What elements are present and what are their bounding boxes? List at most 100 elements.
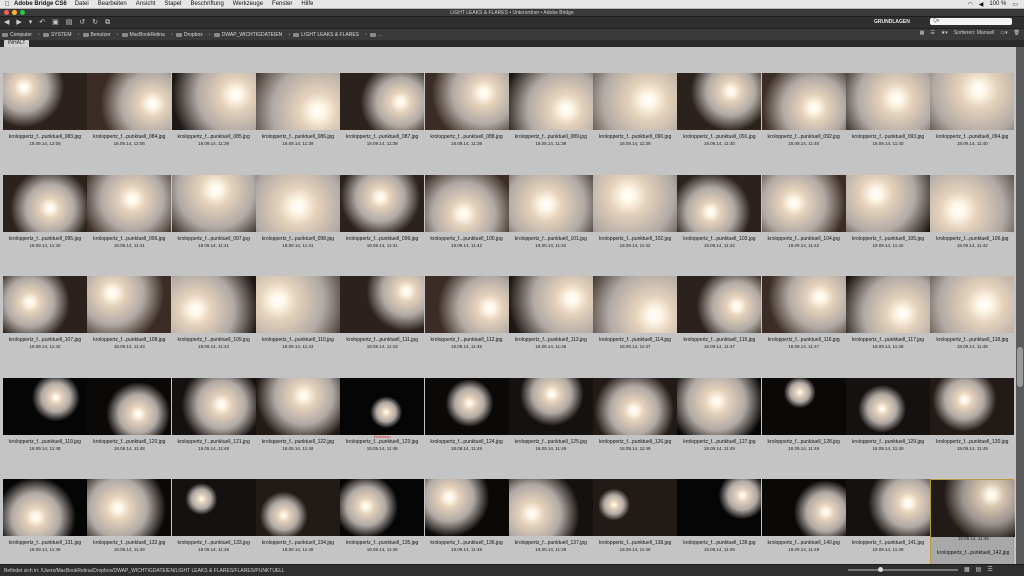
thumbnail-image[interactable] xyxy=(87,174,172,232)
forward-icon[interactable]: ▶ xyxy=(16,18,21,28)
thumbnail-image[interactable] xyxy=(340,377,425,435)
thumbnail-image[interactable] xyxy=(255,276,340,333)
camera-download-icon[interactable]: ▣ xyxy=(52,18,59,28)
thumbnail-size-slider-knob[interactable] xyxy=(878,567,883,572)
thumbnail-item[interactable]: kroloppertz_f...punktuell_127.jpg 18.09.1… xyxy=(677,377,762,478)
thumbnail-item[interactable]: kroloppertz_f...punktuell_132.jpg 18.09.1… xyxy=(87,479,172,564)
battery-label[interactable]: 100 % xyxy=(989,1,1006,7)
breadcrumb-dwap[interactable]: DWAP_WICHTIGDATEIEN xyxy=(213,32,282,38)
output-icon[interactable]: ⧉ xyxy=(105,18,110,28)
list-view-icon[interactable]: ☰ xyxy=(930,30,934,36)
thumbnail-item[interactable]: kroloppertz_f...punktuell_141.jpg 18.09.1… xyxy=(846,479,930,564)
star-filter-icon[interactable]: ★▾ xyxy=(941,30,948,36)
thumbnail-image[interactable] xyxy=(930,276,1015,333)
thumbnail-image[interactable] xyxy=(593,73,678,130)
thumbnail-item[interactable]: kroloppertz_f...punktuell_089.jpg 18.09.1… xyxy=(508,73,593,173)
thumbnail-image[interactable] xyxy=(593,174,678,232)
thumbnail-item[interactable]: kroloppertz_f...punktuell_083.jpg 18.09.1… xyxy=(3,73,87,173)
thumbnail-image[interactable] xyxy=(930,377,1015,435)
thumbnail-image[interactable] xyxy=(508,276,593,333)
list-view-icon[interactable]: ☰ xyxy=(987,566,992,573)
thumbnail-image[interactable] xyxy=(87,73,172,130)
thumbnail-item[interactable]: kroloppertz_f...punktuell_097.jpg 18.09.1… xyxy=(171,174,256,275)
thumbnail-image[interactable] xyxy=(846,276,930,333)
thumbnail-item[interactable]: kroloppertz_f...punktuell_124.jpg 18.09.1… xyxy=(424,377,509,478)
thumbnail-image[interactable] xyxy=(3,174,87,232)
thumbnail-item[interactable]: kroloppertz_f...punktuell_128.jpg 18.09.1… xyxy=(761,377,846,478)
thumbnail-image[interactable] xyxy=(424,73,509,130)
thumbnail-item[interactable]: kroloppertz_f...punktuell_103.jpg 18.09.1… xyxy=(677,174,762,275)
breadcrumb-dropbox[interactable]: Dropbox xyxy=(175,32,203,38)
menu-fenster[interactable]: Fenster xyxy=(272,1,292,7)
thumbnail-item[interactable]: kroloppertz_f...punktuell_105.jpg 18.09.1… xyxy=(846,174,930,275)
thumbnail-size-slider[interactable] xyxy=(848,569,958,571)
rotate-right-icon[interactable]: ↻ xyxy=(92,18,98,28)
thumbnail-image[interactable] xyxy=(508,377,593,435)
thumbnail-image[interactable] xyxy=(3,377,87,435)
thumbnail-image[interactable] xyxy=(171,377,256,435)
thumbnail-image[interactable] xyxy=(846,377,930,435)
scrollbar-thumb[interactable] xyxy=(1017,347,1023,387)
thumbnail-image[interactable] xyxy=(761,276,846,333)
thumbnail-image[interactable] xyxy=(593,377,678,435)
thumbnail-item[interactable]: kroloppertz_f...punktuell_098.jpg 18.09.1… xyxy=(255,174,340,275)
thumbnail-item[interactable]: kroloppertz_f...punktuell_133.jpg 18.09.1… xyxy=(171,479,256,564)
thumbnail-item[interactable]: · · · · · kroloppertz_f...punktuell_142.j… xyxy=(930,479,1016,564)
breadcrumb-system[interactable]: SYSTEM xyxy=(42,32,72,38)
thumbnail-item[interactable]: Ablehnen kroloppertz_f...punktuell_123.jp… xyxy=(340,377,425,478)
thumbnail-image[interactable] xyxy=(3,73,87,130)
thumbnail-item[interactable]: kroloppertz_f...punktuell_085.jpg 18.09.1… xyxy=(171,73,256,173)
breadcrumb-light-leaks[interactable]: LIGHT LEAKS & FLARES xyxy=(293,32,359,38)
thumbnail-item[interactable]: kroloppertz_f...punktuell_140.jpg 18.09.1… xyxy=(761,479,846,564)
breadcrumb-macbookretina[interactable]: MacBookRetina xyxy=(121,32,165,38)
menu-hilfe[interactable]: Hilfe xyxy=(301,1,313,7)
thumbnail-image[interactable] xyxy=(508,73,593,130)
thumbnail-item[interactable]: kroloppertz_f...punktuell_108.jpg 18.09.1… xyxy=(87,276,172,376)
thumbnail-item[interactable]: kroloppertz_f...punktuell_109.jpg 18.09.1… xyxy=(171,276,256,376)
thumbnail-item[interactable]: kroloppertz_f...punktuell_084.jpg 18.09.1… xyxy=(87,73,172,173)
menu-beschriftung[interactable]: Beschriftung xyxy=(190,1,223,7)
thumbnail-item[interactable]: kroloppertz_f...punktuell_125.jpg 18.09.1… xyxy=(508,377,593,478)
breadcrumb-computer[interactable]: Computer xyxy=(2,32,32,38)
thumbnail-image[interactable] xyxy=(931,480,1016,537)
thumbnail-image[interactable] xyxy=(424,174,509,232)
thumbnail-item[interactable]: kroloppertz_f...punktuell_117.jpg 18.09.1… xyxy=(846,276,930,376)
thumbnail-image[interactable] xyxy=(761,377,846,435)
thumbnail-image[interactable] xyxy=(171,276,256,333)
thumbnail-item[interactable]: kroloppertz_f...punktuell_120.jpg 18.09.1… xyxy=(87,377,172,478)
recent-folder-icon[interactable]: ▾ xyxy=(29,18,33,28)
tab-inhalt[interactable]: INHALT xyxy=(4,40,30,47)
thumbnail-item[interactable]: kroloppertz_f...punktuell_131.jpg 18.09.1… xyxy=(3,479,87,564)
thumbnail-image[interactable] xyxy=(87,276,172,333)
thumbnail-image[interactable] xyxy=(340,73,425,130)
thumbnail-image[interactable] xyxy=(508,174,593,232)
thumbnail-item[interactable]: kroloppertz_f...punktuell_118.jpg 18.09.1… xyxy=(930,276,1015,376)
wifi-icon[interactable]: ◠ xyxy=(967,1,972,8)
thumbnail-image[interactable] xyxy=(340,479,425,536)
menu-stapel[interactable]: Stapel xyxy=(164,1,181,7)
thumbnail-image[interactable] xyxy=(87,377,172,435)
thumbnail-image[interactable] xyxy=(424,276,509,333)
thumbnail-view-icon[interactable]: ▦ xyxy=(964,566,970,573)
thumbnail-item[interactable]: kroloppertz_f...punktuell_114.jpg 18.09.1… xyxy=(593,276,678,376)
thumbnail-item[interactable]: kroloppertz_f...punktuell_139.jpg 18.09.1… xyxy=(677,479,762,564)
workspace-switcher[interactable]: GRUNDLAGEN xyxy=(874,19,910,25)
thumbnail-item[interactable]: kroloppertz_f...punktuell_113.jpg 18.09.1… xyxy=(508,276,593,376)
thumbnail-item[interactable]: kroloppertz_f...punktuell_088.jpg 18.09.1… xyxy=(424,73,509,173)
thumbnail-item[interactable]: kroloppertz_f...punktuell_095.jpg 18.09.1… xyxy=(3,174,87,275)
thumbnail-item[interactable]: kroloppertz_f...punktuell_099.jpg 18.09.1… xyxy=(340,174,425,275)
sort-dropdown[interactable]: Sortieren: Manuell xyxy=(954,30,995,36)
thumbnail-item[interactable]: kroloppertz_f...punktuell_130.jpg 18.09.1… xyxy=(930,377,1015,478)
thumbnail-image[interactable] xyxy=(424,479,509,536)
thumbnail-item[interactable]: kroloppertz_f...punktuell_135.jpg 18.09.1… xyxy=(340,479,425,564)
thumbnail-image[interactable] xyxy=(677,377,762,435)
menu-werkzeuge[interactable]: Werkzeuge xyxy=(233,1,263,7)
thumbnail-image[interactable] xyxy=(3,276,87,333)
thumbnail-image[interactable] xyxy=(593,276,678,333)
thumbnail-image[interactable] xyxy=(677,479,762,536)
thumbnail-image[interactable] xyxy=(171,73,256,130)
thumbnail-image[interactable] xyxy=(255,73,340,130)
thumbnail-image[interactable] xyxy=(930,174,1015,232)
volume-icon[interactable]: ◀ xyxy=(979,1,984,8)
thumbnail-image[interactable] xyxy=(508,479,593,536)
